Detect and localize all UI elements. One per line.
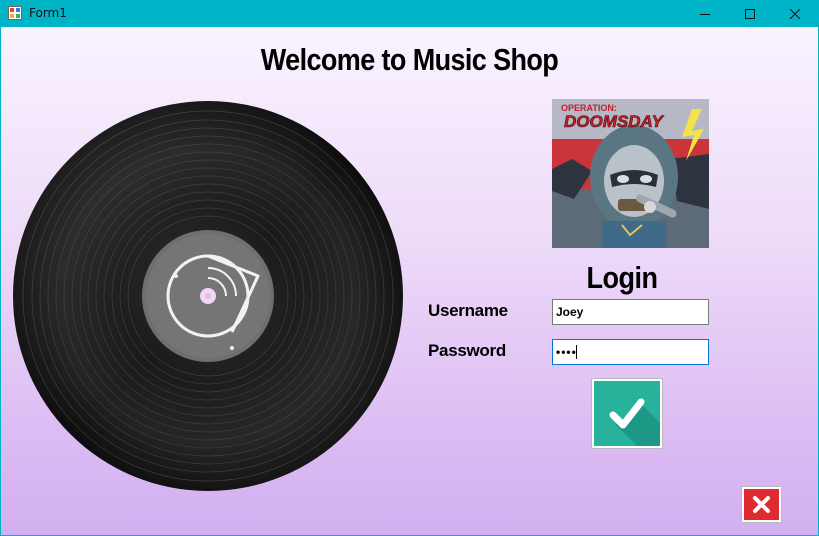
password-label: Password — [428, 341, 506, 360]
vinyl-record-image — [13, 101, 403, 491]
app-icon — [8, 6, 22, 20]
login-submit-button[interactable] — [591, 378, 663, 449]
close-icon — [789, 8, 800, 19]
exit-button-face — [744, 489, 779, 520]
title-bar[interactable]: Form1 — [0, 0, 819, 27]
window-title: Form1 — [29, 6, 67, 20]
page-title: Welcome to Music Shop — [260, 43, 559, 77]
submit-button-face — [594, 381, 660, 446]
app-window: Form1 Welcome to Music Shop OPERATION: D… — [0, 0, 819, 536]
checkmark-icon — [609, 398, 660, 446]
close-window-button[interactable] — [772, 0, 817, 27]
maximize-icon — [744, 8, 755, 19]
minimize-icon — [699, 13, 710, 15]
exit-button[interactable] — [741, 486, 782, 523]
text-caret — [576, 345, 577, 359]
maximize-button[interactable] — [727, 0, 772, 27]
form-client-area: Welcome to Music Shop OPERATION: DOOMSDA… — [1, 27, 818, 535]
login-heading: Login — [586, 261, 658, 295]
minimize-button[interactable] — [682, 0, 727, 27]
username-label: Username — [428, 301, 508, 320]
close-x-icon — [753, 496, 770, 513]
album-cover-image: OPERATION: DOOMSDAY — [552, 99, 709, 248]
album-text-line2: DOOMSDAY — [564, 112, 665, 131]
username-input[interactable] — [552, 299, 709, 325]
